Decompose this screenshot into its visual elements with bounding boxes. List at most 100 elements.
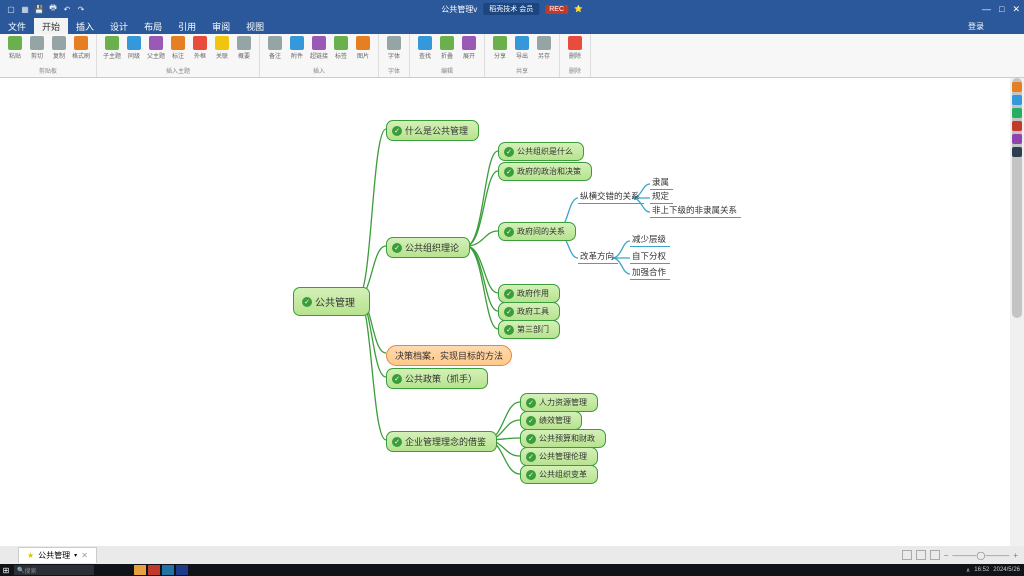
ribbon-button[interactable]: 父主题 [147, 36, 165, 60]
node-n2a[interactable]: ✓公共组织是什么 [498, 142, 584, 161]
leaf-n2c1[interactable]: 纵横交错的关系 [578, 190, 644, 204]
app-icon-3[interactable] [162, 565, 174, 575]
leaf-n2c2b[interactable]: 自下分权 [630, 250, 670, 264]
start-button[interactable]: ⊞ [0, 564, 12, 576]
ribbon-icon [312, 36, 326, 50]
vip-icon[interactable]: ⭐ [574, 5, 583, 13]
menu-home[interactable]: 开始 [34, 18, 68, 34]
leaf-n2c1c[interactable]: 非上下级的非隶属关系 [650, 204, 741, 218]
ribbon-button[interactable]: 超链接 [310, 36, 328, 60]
doc-tab[interactable]: ★ 公共管理 ▾ ✕ [18, 547, 97, 563]
ribbon-button[interactable]: 粘贴 [6, 36, 24, 60]
leaf-n2c2a[interactable]: 减少层级 [630, 233, 670, 247]
check-icon: ✓ [504, 325, 514, 335]
ribbon-button[interactable]: 备注 [266, 36, 284, 60]
ribbon-button[interactable]: 查找 [416, 36, 434, 60]
tray-icon[interactable]: ∧ [966, 567, 970, 574]
leaf-n2c1a[interactable]: 隶属 [650, 176, 673, 190]
qat-undo-icon[interactable]: ↶ [62, 4, 72, 14]
menu-references[interactable]: 引用 [170, 18, 204, 34]
ribbon-button[interactable]: 展开 [460, 36, 478, 60]
ribbon-button[interactable]: 字体 [385, 36, 403, 60]
zoom-in-icon[interactable]: + [1013, 551, 1018, 560]
menu-design[interactable]: 设计 [102, 18, 136, 34]
menu-file[interactable]: 文件 [0, 18, 34, 34]
leaf-n2c1b[interactable]: 规定 [650, 190, 673, 204]
node-n5a[interactable]: ✓人力资源管理 [520, 393, 598, 412]
qat-save-icon[interactable]: 💾 [34, 4, 44, 14]
tab-close-icon[interactable]: ✕ [81, 551, 88, 560]
maximize-icon[interactable]: □ [999, 4, 1004, 15]
ribbon-button[interactable]: 外框 [191, 36, 209, 60]
app-icon-1[interactable] [134, 565, 146, 575]
login-link[interactable]: 登录 [968, 21, 1024, 32]
rec-badge[interactable]: REC [545, 5, 568, 14]
view-icon-1[interactable] [902, 550, 912, 560]
view-icon-2[interactable] [916, 550, 926, 560]
ribbon-button[interactable]: 概要 [235, 36, 253, 60]
node-n2d[interactable]: ✓政府作用 [498, 284, 560, 303]
qat-print-icon[interactable]: 🖶 [48, 4, 58, 14]
ribbon-icon [171, 36, 185, 50]
minimize-icon[interactable]: — [982, 4, 991, 15]
app-icon-2[interactable] [148, 565, 160, 575]
tray-date[interactable]: 2024/5/26 [993, 567, 1020, 573]
check-icon: ✓ [504, 289, 514, 299]
ribbon-button[interactable]: 分享 [491, 36, 509, 60]
ribbon-button[interactable]: 折叠 [438, 36, 456, 60]
node-root[interactable]: ✓公共管理 [293, 287, 370, 316]
node-n5e[interactable]: ✓公共组织变革 [520, 465, 598, 484]
side-icon-4[interactable] [1012, 121, 1022, 131]
taskbar-search[interactable]: 🔍 搜索 [14, 565, 94, 575]
side-icon-1[interactable] [1012, 82, 1022, 92]
node-n2c[interactable]: ✓政府间的关系 [498, 222, 576, 241]
side-icon-5[interactable] [1012, 134, 1022, 144]
ribbon-button[interactable]: 子主题 [103, 36, 121, 60]
tray-clock[interactable]: 16:52 [974, 567, 989, 573]
app-icon-4[interactable] [176, 565, 188, 575]
tab-dropdown-icon[interactable]: ▾ [74, 552, 77, 559]
node-n4[interactable]: ✓公共政策（抓手） [386, 368, 488, 389]
ribbon-button[interactable]: 同级 [125, 36, 143, 60]
node-n5c[interactable]: ✓公共预算和财政 [520, 429, 606, 448]
mindmap-canvas[interactable]: ✓公共管理 ✓什么是公共管理 ✓公共组织理论 决策档案，实现目标的方法 ✓公共政… [0, 78, 1010, 546]
qat-open-icon[interactable]: ▦ [20, 4, 30, 14]
node-n1[interactable]: ✓什么是公共管理 [386, 120, 479, 141]
node-n5b[interactable]: ✓绩效管理 [520, 411, 582, 430]
ribbon-button[interactable]: 图片 [354, 36, 372, 60]
ribbon-button[interactable]: 剪切 [28, 36, 46, 60]
ribbon-button[interactable]: 删除 [566, 36, 584, 60]
ribbon-button[interactable]: 导出 [513, 36, 531, 60]
ribbon-button[interactable]: 标签 [332, 36, 350, 60]
ribbon-button[interactable]: 复制 [50, 36, 68, 60]
close-icon[interactable]: ✕ [1012, 4, 1020, 15]
node-n2[interactable]: ✓公共组织理论 [386, 237, 470, 258]
side-icon-6[interactable] [1012, 147, 1022, 157]
node-n2f[interactable]: ✓第三部门 [498, 320, 560, 339]
node-n5[interactable]: ✓企业管理理念的借鉴 [386, 431, 497, 452]
node-n2b[interactable]: ✓政府的政治和决策 [498, 162, 592, 181]
node-n3[interactable]: 决策档案，实现目标的方法 [386, 345, 512, 366]
menu-review[interactable]: 审阅 [204, 18, 238, 34]
side-icon-3[interactable] [1012, 108, 1022, 118]
ribbon-button[interactable]: 标注 [169, 36, 187, 60]
node-n2e[interactable]: ✓政府工具 [498, 302, 560, 321]
menu-insert[interactable]: 插入 [68, 18, 102, 34]
ribbon-button[interactable]: 关联 [213, 36, 231, 60]
menu-view[interactable]: 视图 [238, 18, 272, 34]
zoom-slider[interactable]: ———◯——— [952, 551, 1009, 560]
view-icon-3[interactable] [930, 550, 940, 560]
leaf-n2c2c[interactable]: 加强合作 [630, 266, 670, 280]
leaf-n2c2[interactable]: 改革方向 [578, 250, 618, 264]
ribbon-group-name: 插入 [266, 66, 372, 75]
qat-redo-icon[interactable]: ↷ [76, 4, 86, 14]
menu-layout[interactable]: 布局 [136, 18, 170, 34]
ribbon-button[interactable]: 格式刷 [72, 36, 90, 60]
member-badge[interactable]: 稻壳技术 会员 [483, 3, 539, 15]
node-n5d[interactable]: ✓公共管理伦理 [520, 447, 598, 466]
zoom-out-icon[interactable]: − [944, 551, 949, 560]
side-icon-2[interactable] [1012, 95, 1022, 105]
ribbon-button[interactable]: 附件 [288, 36, 306, 60]
qat-new-icon[interactable]: ▢ [6, 4, 16, 14]
ribbon-button[interactable]: 另存 [535, 36, 553, 60]
